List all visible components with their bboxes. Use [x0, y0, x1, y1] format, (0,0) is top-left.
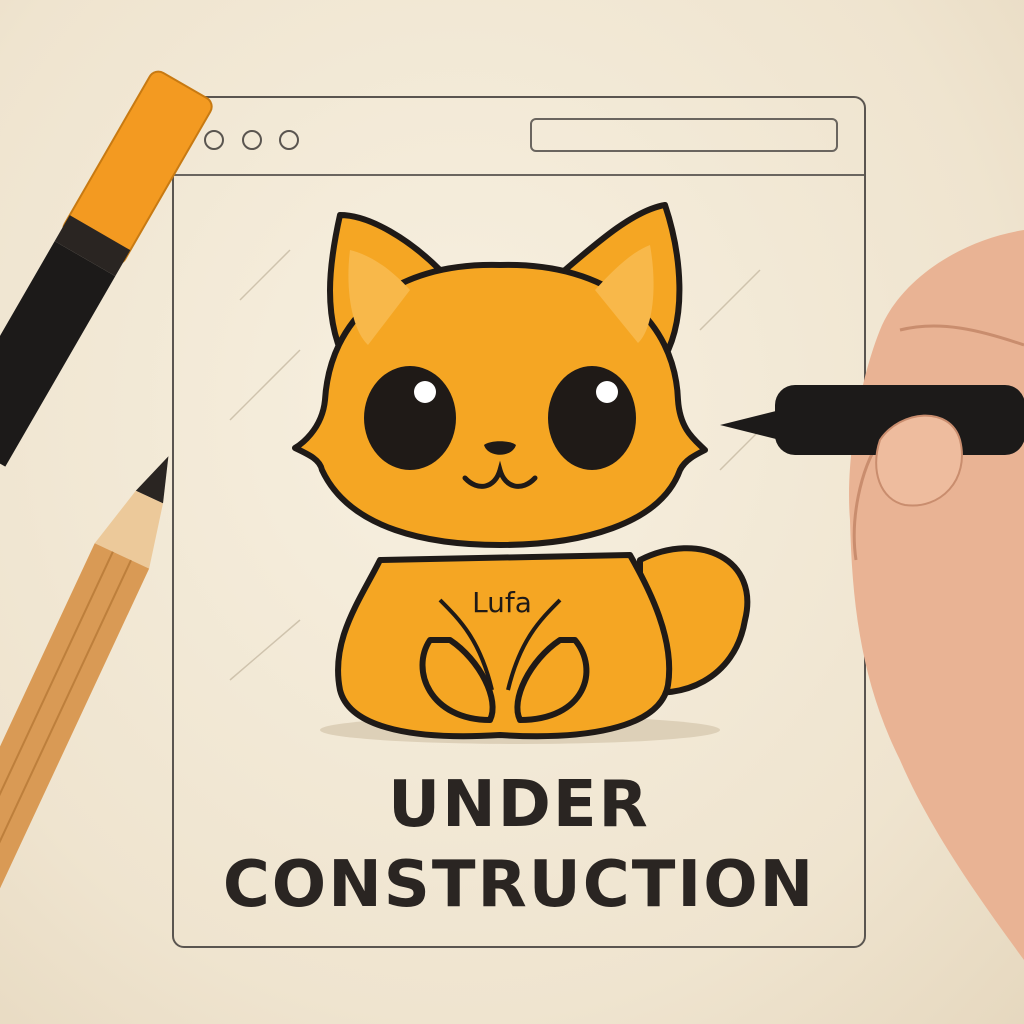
pencil-icon	[0, 456, 169, 950]
orange-marker-icon	[0, 70, 213, 467]
hand-icon	[849, 230, 1024, 960]
headline-construction: CONSTRUCTION	[222, 848, 816, 922]
headline-under: UNDER	[388, 768, 650, 842]
black-pen-icon	[720, 385, 1024, 455]
fox-chest-label: Lufa	[472, 586, 532, 619]
fox-body	[335, 552, 673, 740]
